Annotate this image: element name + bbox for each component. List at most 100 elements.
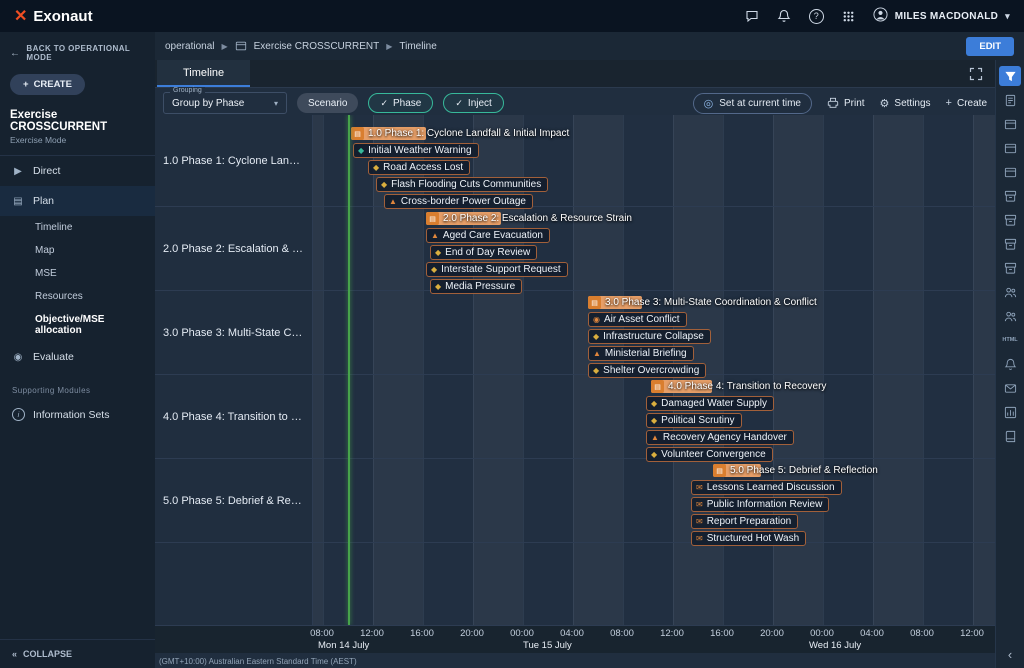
chart-icon[interactable] [999, 402, 1021, 422]
inject-item[interactable]: ◆Shelter Overcrowding [588, 363, 706, 378]
sidebar-collapse-button[interactable]: « COLLAPSE [0, 639, 155, 668]
time-axis-inner: 08:0012:0016:0020:0000:0004:0008:0012:00… [312, 626, 995, 653]
archive-icon[interactable] [999, 258, 1021, 278]
plus-icon: + [23, 79, 29, 90]
inject-item[interactable]: ◆Media Pressure [430, 279, 522, 294]
users-icon[interactable] [999, 282, 1021, 302]
sidebar-item-mse[interactable]: MSE [0, 262, 155, 285]
print-button[interactable]: Print [827, 97, 865, 109]
help-icon[interactable]: ? [809, 9, 824, 24]
time-tick-label: 20:00 [760, 628, 784, 639]
sidebar-item-objective-mse-allocation[interactable]: Objective/MSE allocation [0, 308, 155, 342]
archive-icon[interactable] [999, 234, 1021, 254]
mail-icon: ✉ [696, 535, 703, 543]
phase-bar[interactable]: ▤2.0 Phase 2: Escalation & Resource Stra… [426, 212, 501, 225]
time-tick-label: 16:00 [410, 628, 434, 639]
phase-bar[interactable]: ▤1.0 Phase 1: Cyclone Landfall & Initial… [351, 127, 426, 140]
edit-button[interactable]: EDIT [966, 37, 1014, 56]
inject-item[interactable]: ◆Damaged Water Supply [646, 396, 774, 411]
phase-bar[interactable]: ▤3.0 Phase 3: Multi-State Coordination &… [588, 296, 642, 309]
inject-item[interactable]: ◆Road Access Lost [368, 160, 470, 175]
card-icon[interactable] [999, 138, 1021, 158]
inject-label: Ministerial Briefing [605, 348, 687, 359]
right-rail: HTML ‹ [995, 60, 1024, 668]
inject-item[interactable]: ◆Infrastructure Collapse [588, 329, 711, 344]
user-menu[interactable]: MILES MACDONALD ▾ [873, 7, 1010, 25]
breadcrumb-exercise[interactable]: Exercise CROSSCURRENT [254, 41, 380, 52]
grouping-select[interactable]: Grouping Group by Phase ▾ [163, 92, 287, 114]
set-current-time-button[interactable]: ◎ Set at current time [693, 93, 812, 114]
phase-bar[interactable]: ▤5.0 Phase 5: Debrief & Reflection [713, 464, 761, 477]
sidebar-item-evaluate[interactable]: ◉ Evaluate [0, 342, 155, 372]
html-icon[interactable]: HTML [999, 330, 1021, 350]
filter-chip-scenario[interactable]: Scenario [297, 93, 358, 113]
inject-item[interactable]: ◆Political Scrutiny [646, 413, 742, 428]
phase-row-label-text: 4.0 Phase 4: Transition to Recovery [163, 411, 304, 423]
sidebar-item-map[interactable]: Map [0, 239, 155, 262]
apps-grid-icon[interactable] [842, 10, 855, 23]
sidebar-item-information-sets[interactable]: i Information Sets [0, 399, 155, 430]
inject-item[interactable]: ◆Volunteer Convergence [646, 447, 773, 462]
gantt-row: ▤5.0 Phase 5: Debrief & Reflection ✉Lesso… [313, 459, 995, 543]
inject-item[interactable]: ▲Recovery Agency Handover [646, 430, 794, 445]
phase-bar[interactable]: ▤4.0 Phase 4: Transition to Recovery [651, 380, 712, 393]
gantt-row-labels: 1.0 Phase 1: Cyclone Landfall & Initial … [155, 115, 312, 625]
inject-item[interactable]: ✉Report Preparation [691, 514, 798, 529]
inject-label: Aged Care Evacuation [443, 230, 543, 241]
inject-item[interactable]: ✉Lessons Learned Discussion [691, 480, 842, 495]
inject-label: Recovery Agency Handover [663, 432, 787, 443]
warning-icon: ▲ [389, 198, 397, 206]
filter-chip-phase[interactable]: ✓ Phase [368, 93, 433, 113]
inject-item[interactable]: ✉Structured Hot Wash [691, 531, 806, 546]
toolbar-left: Grouping Group by Phase ▾ Scenario ✓ Pha… [163, 92, 504, 114]
inject-item[interactable]: ◆End of Day Review [430, 245, 537, 260]
chevron-down-icon: ▾ [1005, 11, 1010, 22]
inject-item[interactable]: ◆Flash Flooding Cuts Communities [376, 177, 548, 192]
sidebar-item-resources[interactable]: Resources [0, 285, 155, 308]
create-button[interactable]: + Create [946, 97, 987, 109]
collapse-chevrons-icon: « [12, 649, 17, 659]
inject-label: Political Scrutiny [661, 415, 734, 426]
mail-icon[interactable] [999, 378, 1021, 398]
tab-timeline[interactable]: Timeline [157, 60, 250, 87]
archive-icon[interactable] [999, 186, 1021, 206]
inject-item[interactable]: ▲Ministerial Briefing [588, 346, 694, 361]
gantt-grid: ▤1.0 Phase 1: Cyclone Landfall & Initial… [312, 115, 995, 625]
inject-item[interactable]: ▲Cross-border Power Outage [384, 194, 533, 209]
inject-item[interactable]: ✉Public Information Review [691, 497, 829, 512]
plan-icon: ▤ [12, 196, 24, 207]
filter-icon[interactable] [999, 66, 1021, 86]
inject-label: Interstate Support Request [441, 264, 561, 275]
sidebar-create-button[interactable]: + CREATE [10, 74, 85, 95]
archive-icon[interactable] [999, 210, 1021, 230]
inject-item[interactable]: ◉Air Asset Conflict [588, 312, 687, 327]
sidebar-item-direct[interactable]: ▶ Direct [0, 156, 155, 186]
inject-item[interactable]: ◆Interstate Support Request [426, 262, 568, 277]
back-to-operational-button[interactable]: ← BACK TO OPERATIONAL MODE [0, 32, 155, 64]
bell-icon[interactable] [777, 9, 791, 23]
chat-icon[interactable] [745, 9, 759, 23]
users-icon[interactable] [999, 306, 1021, 326]
card-icon[interactable] [999, 114, 1021, 134]
breadcrumb-operational[interactable]: operational [165, 41, 214, 52]
bell-icon[interactable] [999, 354, 1021, 374]
document-icon[interactable] [999, 90, 1021, 110]
inject-label: Report Preparation [707, 516, 792, 527]
inject-item[interactable]: ◆Initial Weather Warning [353, 143, 479, 158]
sidebar-item-plan[interactable]: ▤ Plan [0, 186, 155, 216]
current-time-line [348, 115, 350, 625]
rail-collapse-button[interactable]: ‹ [1008, 647, 1012, 662]
sidebar-item-timeline[interactable]: Timeline [0, 216, 155, 239]
settings-button[interactable]: ⚙ Settings [880, 97, 931, 110]
printer-icon [827, 97, 839, 109]
main-area: operational ▶ Exercise CROSSCURRENT ▶ Ti… [155, 32, 1024, 668]
breadcrumb-timeline[interactable]: Timeline [399, 41, 436, 52]
book-icon[interactable] [999, 426, 1021, 446]
fullscreen-icon[interactable] [969, 67, 983, 86]
inject-item[interactable]: ▲Aged Care Evacuation [426, 228, 550, 243]
phase-row-label-text: 5.0 Phase 5: Debrief & Reflection [163, 495, 304, 507]
phase-box-icon: ▤ [651, 380, 664, 393]
filter-chip-inject[interactable]: ✓ Inject [443, 93, 503, 113]
card-icon[interactable] [999, 162, 1021, 182]
inject-label: Media Pressure [445, 281, 515, 292]
